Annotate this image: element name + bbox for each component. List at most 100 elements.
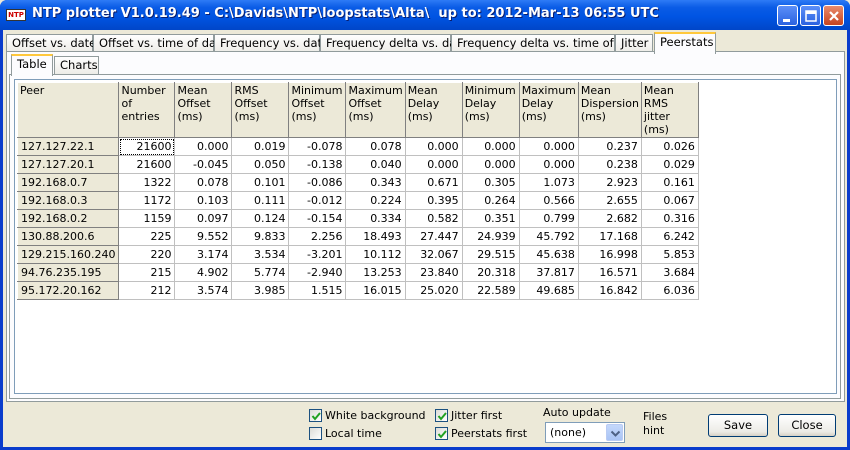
jitter-first-checkbox[interactable]: Jitter first — [435, 409, 502, 424]
table-cell[interactable]: 0.351 — [462, 209, 520, 228]
save-button[interactable]: Save — [708, 414, 768, 437]
column-header[interactable]: Mean Delay (ms) — [404, 82, 463, 138]
table-cell[interactable]: 3.174 — [174, 245, 233, 264]
column-header[interactable]: Number of entries — [118, 82, 176, 138]
table-cell[interactable]: 0.000 — [519, 155, 579, 174]
table-cell[interactable]: -0.045 — [174, 155, 233, 174]
table-cell[interactable]: 0.026 — [641, 137, 699, 156]
column-header[interactable]: Maximum Offset (ms) — [345, 82, 406, 138]
table-cell[interactable]: 4.902 — [174, 263, 233, 282]
table-cell[interactable]: 3.574 — [174, 281, 233, 300]
table-cell[interactable]: 5.774 — [231, 263, 290, 282]
table-cell[interactable]: 0.334 — [345, 209, 406, 228]
column-header[interactable]: Peer — [16, 82, 120, 138]
table-cell[interactable]: 0.566 — [519, 191, 579, 210]
table-cell[interactable]: 13.253 — [345, 263, 406, 282]
auto-update-select[interactable]: (none) — [545, 422, 625, 443]
column-header[interactable]: Minimum Offset (ms) — [288, 82, 347, 138]
peer-cell[interactable]: 95.172.20.162 — [16, 281, 120, 300]
table-cell[interactable]: 6.036 — [641, 281, 699, 300]
subtab-charts[interactable]: Charts — [54, 56, 99, 75]
tab-peerstats[interactable]: Peerstats — [654, 32, 716, 54]
column-header[interactable]: Mean Dispersion (ms) — [577, 82, 642, 138]
table-cell[interactable]: 212 — [118, 281, 176, 300]
table-cell[interactable]: 0.000 — [405, 155, 463, 174]
table-row[interactable]: 192.168.0.2 1159 0.097 0.124 -0.154 0.334 0.58… — [16, 209, 699, 228]
table-row[interactable]: 94.76.235.195 215 4.902 5.774 -2.940 13.253 23… — [16, 263, 699, 282]
table-cell[interactable]: 0.238 — [578, 155, 642, 174]
table-cell[interactable]: 0.000 — [174, 137, 233, 156]
peer-cell[interactable]: 192.168.0.7 — [16, 173, 120, 192]
local-time-checkbox[interactable]: Local time — [309, 427, 382, 442]
table-cell[interactable]: 0.078 — [345, 137, 406, 156]
table-cell[interactable]: 5.853 — [641, 245, 699, 264]
peer-cell[interactable]: 94.76.235.195 — [16, 263, 120, 282]
table-cell[interactable]: 0.799 — [519, 209, 579, 228]
peer-cell[interactable]: 192.168.0.3 — [16, 191, 120, 210]
table-cell[interactable]: 0.264 — [462, 191, 520, 210]
table-cell[interactable]: 0.067 — [641, 191, 699, 210]
table-cell[interactable]: 0.671 — [405, 173, 463, 192]
table-cell[interactable]: 0.078 — [174, 173, 233, 192]
table-cell[interactable]: 29.515 — [462, 245, 520, 264]
table-cell[interactable]: 0.395 — [405, 191, 463, 210]
table-cell[interactable]: 0.237 — [578, 137, 642, 156]
table-cell[interactable]: 0.101 — [231, 173, 290, 192]
table-cell[interactable]: 0.316 — [641, 209, 699, 228]
table-row[interactable]: 192.168.0.7 1322 0.078 0.101 -0.086 0.343 0.67… — [16, 173, 699, 192]
table-cell[interactable]: 3.985 — [231, 281, 290, 300]
table-cell[interactable]: -0.154 — [288, 209, 347, 228]
table-cell[interactable]: 17.168 — [578, 227, 642, 246]
table-cell[interactable]: 9.552 — [174, 227, 233, 246]
table-cell[interactable]: 0.161 — [641, 173, 699, 192]
table-cell[interactable]: 215 — [118, 263, 176, 282]
table-cell[interactable]: 32.067 — [405, 245, 463, 264]
table-cell[interactable]: 27.447 — [405, 227, 463, 246]
table-cell[interactable]: -0.086 — [288, 173, 347, 192]
peerstats-first-checkbox[interactable]: Peerstats first — [435, 427, 527, 442]
table-cell[interactable]: 0.124 — [231, 209, 290, 228]
table-cell[interactable]: 0.000 — [462, 155, 520, 174]
close-window-button[interactable] — [823, 5, 844, 26]
table-cell[interactable]: 0.000 — [405, 137, 463, 156]
table-cell[interactable]: 2.256 — [288, 227, 347, 246]
table-row[interactable]: 130.88.200.6 225 9.552 9.833 2.256 18.493 27.4… — [16, 227, 699, 246]
white-background-checkbox[interactable]: White background — [309, 409, 426, 424]
table-cell[interactable]: 23.840 — [405, 263, 463, 282]
table-cell[interactable]: 22.589 — [462, 281, 520, 300]
table-row[interactable]: 129.215.160.240 220 3.174 3.534 -3.201 10.112… — [16, 245, 699, 264]
table-cell[interactable]: 0.000 — [519, 137, 579, 156]
table-row[interactable]: 127.127.20.1 21600 -0.045 0.050 -0.138 0.040 0… — [16, 155, 699, 174]
table-row[interactable]: 95.172.20.162 212 3.574 3.985 1.515 16.015 25.… — [16, 281, 699, 300]
table-cell[interactable]: 10.112 — [345, 245, 406, 264]
table-cell[interactable]: -0.012 — [288, 191, 347, 210]
table-cell[interactable]: 2.682 — [578, 209, 642, 228]
table-cell[interactable]: 0.343 — [345, 173, 406, 192]
column-header[interactable]: Maximum Delay (ms) — [518, 82, 579, 138]
title-bar[interactable]: NTP NTP plotter V1.0.19.49 - C:\Davids\N… — [0, 0, 850, 30]
table-cell[interactable]: 21600 — [118, 155, 176, 174]
table-cell[interactable]: 220 — [118, 245, 176, 264]
table-row[interactable]: 127.127.22.1 21600 0.000 0.019 -0.078 0.078 0.… — [16, 137, 699, 156]
table-cell[interactable]: 0.111 — [231, 191, 290, 210]
column-header[interactable]: Mean RMS jitter (ms) — [640, 82, 699, 138]
table-cell[interactable]: -0.078 — [288, 137, 347, 156]
minimize-button[interactable] — [777, 5, 798, 26]
table-cell[interactable]: 1.073 — [519, 173, 579, 192]
column-header[interactable]: RMS Offset (ms) — [231, 82, 290, 138]
table-cell[interactable]: 0.000 — [462, 137, 520, 156]
table-cell[interactable]: 45.792 — [519, 227, 579, 246]
peer-cell[interactable]: 127.127.22.1 — [16, 137, 120, 156]
table-cell[interactable]: 0.582 — [405, 209, 463, 228]
table-cell[interactable]: 3.534 — [231, 245, 290, 264]
column-header[interactable]: Mean Offset (ms) — [174, 82, 233, 138]
peer-cell[interactable]: 129.215.160.240 — [16, 245, 120, 264]
peer-cell[interactable]: 127.127.20.1 — [16, 155, 120, 174]
table-cell[interactable]: 0.097 — [174, 209, 233, 228]
peerstats-grid[interactable]: Peer Number of entries Mean Offset (ms) RMS… — [14, 79, 837, 394]
table-cell[interactable]: 0.029 — [641, 155, 699, 174]
table-cell[interactable]: 9.833 — [231, 227, 290, 246]
maximize-button[interactable] — [800, 5, 821, 26]
table-cell[interactable]: 225 — [118, 227, 176, 246]
table-cell[interactable]: 20.318 — [462, 263, 520, 282]
